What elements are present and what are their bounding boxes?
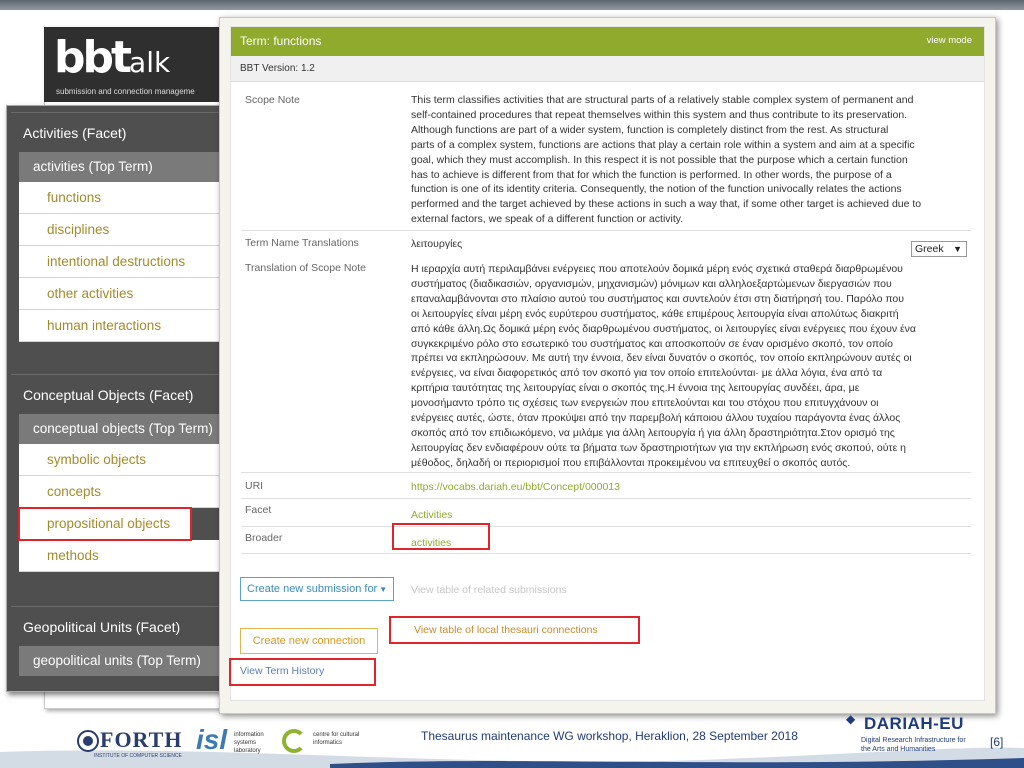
term-item[interactable]: methods [19,540,223,572]
facet-title[interactable]: Conceptual Objects (Facet) [11,374,223,414]
facet-group-geopolitical-units: Geopolitical Units (Facet) geopolitical … [11,606,223,676]
broader-link[interactable]: activities [411,536,971,551]
forth-logo-text: FORTH [100,727,183,752]
language-select[interactable]: Greek ▼ [911,241,967,257]
broader-label: Broader [245,532,283,544]
translation-scope-label: Translation of Scope Note [245,262,367,274]
facet-group-conceptual-objects: Conceptual Objects (Facet) conceptual ob… [11,374,223,572]
view-term-history-link[interactable]: View Term History [240,665,324,677]
dariah-subtitle: Digital Research Infrastructure for the … [861,737,966,753]
term-item[interactable]: symbolic objects [19,444,223,476]
top-term[interactable]: conceptual objects (Top Term) [19,414,223,444]
create-connection-button[interactable]: Create new connection [240,628,378,654]
term-item-highlighted[interactable]: propositional objects [18,507,192,541]
caret-down-icon: ▼ [379,585,388,594]
separator [241,230,971,231]
dariah-logo-text: DARIAH-EU [864,714,964,733]
uri-link[interactable]: https://vocabs.dariah.eu/bbt/Concept/000… [411,480,971,495]
top-term[interactable]: geopolitical units (Top Term) [19,646,223,676]
dariah-mark-icon: ◆ [846,712,856,726]
separator [241,498,971,499]
scope-note-label: Scope Note [245,94,300,106]
term-title: Term: functions [240,34,322,48]
top-term[interactable]: activities (Top Term) [19,152,223,182]
cci-logo-icon [282,729,306,753]
separator [241,526,971,527]
facet-title[interactable]: Geopolitical Units (Facet) [11,606,223,646]
separator [241,553,971,554]
view-local-connections-link[interactable]: View table of local thesauri connections [414,624,598,636]
isl-logo-text: isl [196,724,228,755]
translation-scope-value: Η ιεραρχία αυτή περιλαμβάνει ενέργειες π… [411,263,916,469]
term-window: Term: functions view mode BBT Version: 1… [219,17,996,714]
separator [241,472,971,473]
forth-subtitle: INSTITUTE OF COMPUTER SCIENCE [94,753,182,759]
term-item[interactable]: disciplines [19,214,223,246]
facet-title[interactable]: Activities (Facet) [11,112,223,152]
term-item[interactable]: other activities [19,278,223,310]
bbtalk-banner: bbtalk submission and connection managem… [44,27,244,102]
facet-label: Facet [245,504,272,516]
workshop-caption: Thesaurus maintenance WG workshop, Herak… [421,729,798,743]
term-panel: Term: functions view mode BBT Version: 1… [229,26,985,701]
facet-group-activities: Activities (Facet) activities (Top Term)… [11,112,223,342]
view-related-submissions-link[interactable]: View table of related submissions [411,584,567,596]
term-item[interactable]: concepts [19,476,223,508]
term-header: Term: functions view mode [231,27,984,56]
term-item[interactable]: human interactions [19,310,223,342]
isl-subtitle: information systems laboratory [234,732,264,754]
facet-panel: Activities (Facet) activities (Top Term)… [6,105,228,692]
cci-subtitle: centre for cultural informatics [313,732,360,746]
uri-label: URI [245,480,264,492]
create-submission-button[interactable]: Create new submission for ▼ [240,577,394,601]
translation-value: λειτουργίες [411,238,463,250]
term-item[interactable]: intentional destructions [19,246,223,278]
version-bar: BBT Version: 1.2 [231,56,984,82]
scope-note-value: This term classifies activities that are… [411,94,922,226]
dropdown-arrow-icon: ▼ [953,244,962,254]
translations-label: Term Name Translations [245,237,359,249]
slide-top-bar [0,0,1024,10]
bbtalk-subtitle: submission and connection manageme [56,87,195,96]
facet-link[interactable]: Activities [411,508,971,523]
bbtalk-logo: bbtalk [54,32,171,83]
forth-emblem-icon [77,730,99,752]
view-mode-link[interactable]: view mode [927,35,972,46]
term-item[interactable]: functions [19,182,223,214]
page-number: [6] [990,735,1004,749]
